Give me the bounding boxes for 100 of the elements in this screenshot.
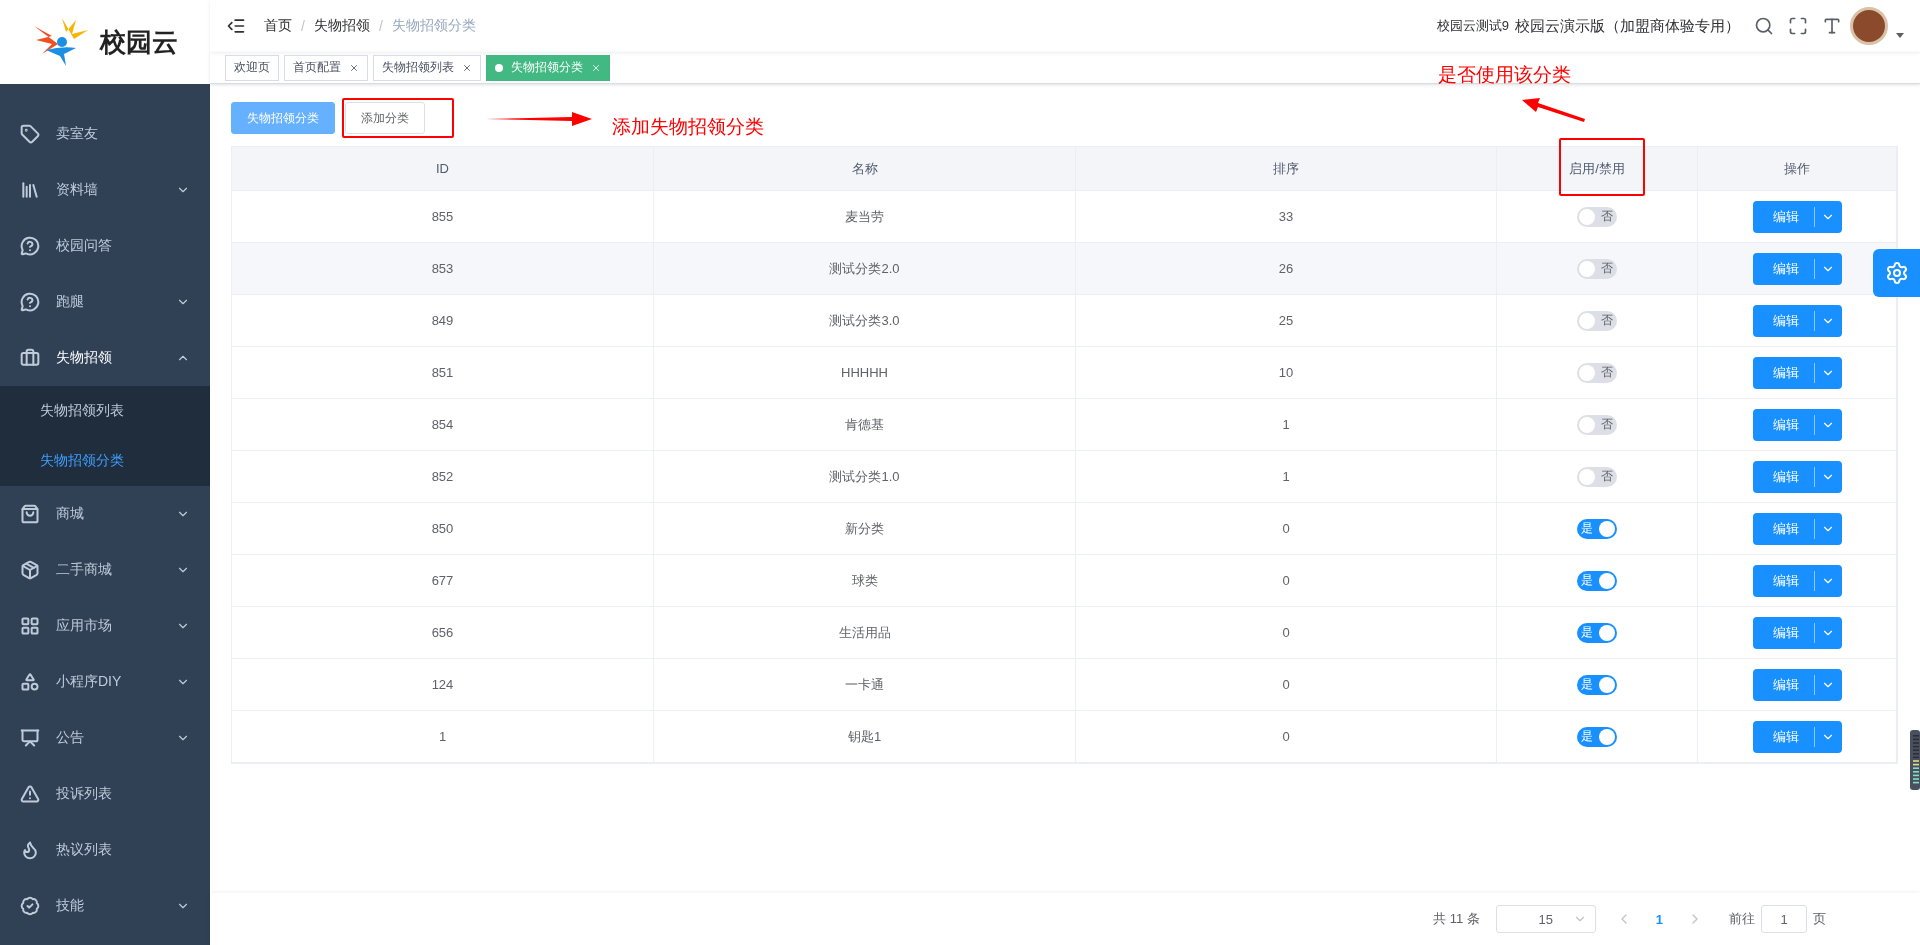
table-cell: 测试分类3.0	[654, 295, 1076, 347]
caret-icon[interactable]	[1896, 32, 1904, 38]
add-category-button[interactable]: 添加分类	[345, 102, 425, 134]
table-cell: 1	[1076, 399, 1497, 451]
toggle-switch[interactable]: 否	[1577, 206, 1617, 227]
account-name: 校园云测试9	[1436, 17, 1509, 35]
table-cell: 1	[1076, 451, 1497, 503]
grid-icon	[20, 616, 40, 636]
page-size-select[interactable]: 15	[1495, 905, 1596, 933]
logo-text: 校园云	[100, 25, 178, 59]
menu-icon[interactable]	[226, 16, 246, 36]
table-cell: HHHHH	[654, 347, 1076, 399]
table-cell: 10	[1076, 347, 1497, 399]
view-tab[interactable]: 首页配置	[284, 54, 368, 81]
toggle-switch[interactable]: 是	[1577, 622, 1617, 643]
font-size-icon[interactable]	[1822, 16, 1842, 36]
close-icon[interactable]	[349, 62, 359, 73]
question-bubble-icon	[20, 236, 40, 256]
close-icon[interactable]	[591, 62, 601, 73]
sidebar-subitem[interactable]: 失物招领列表	[0, 386, 210, 436]
breadcrumb-separator: /	[301, 18, 305, 34]
table-cell: 钥匙1	[654, 711, 1076, 763]
box-icon	[20, 560, 40, 580]
table-cell: 33	[1076, 191, 1497, 243]
table-cell: 0	[1076, 503, 1497, 555]
settings-button[interactable]	[1873, 249, 1920, 297]
page-number[interactable]: 1	[1655, 911, 1663, 927]
table-cell: 849	[232, 295, 654, 347]
column-header: 排序	[1076, 147, 1497, 191]
sidebar-item[interactable]: 二手商城	[0, 542, 210, 598]
toggle-switch[interactable]: 是	[1577, 570, 1617, 591]
table-cell: 测试分类1.0	[654, 451, 1076, 503]
organization-name: 校园云演示版（加盟商体验专用）	[1515, 16, 1740, 36]
table-cell: 852	[232, 451, 654, 503]
sidebar-subitem[interactable]: 失物招领分类	[0, 436, 210, 486]
table-cell: 855	[232, 191, 654, 243]
toolbox-icon	[20, 348, 40, 368]
table-cell: 124	[232, 659, 654, 711]
tag-icon	[20, 124, 40, 144]
avatar[interactable]	[1850, 7, 1888, 45]
table-cell: 677	[232, 555, 654, 607]
settings-icon	[1884, 261, 1909, 285]
table-cell: 26	[1076, 243, 1497, 295]
page-suffix: 页	[1813, 910, 1826, 928]
sidebar-item[interactable]: 技能	[0, 878, 210, 934]
column-header: 名称	[654, 147, 1076, 191]
sidebar-item[interactable]: 校园问答	[0, 218, 210, 274]
sidebar-item[interactable]: 公告	[0, 710, 210, 766]
toggle-switch[interactable]: 是	[1577, 518, 1617, 539]
table-cell: 新分类	[654, 503, 1076, 555]
sidebar-item[interactable]: 商城	[0, 486, 210, 542]
question-bubble-icon	[20, 292, 40, 312]
annotation-arrow	[1522, 98, 1586, 124]
shapes-icon	[20, 672, 40, 692]
sidebar-item[interactable]: 卖室友	[0, 106, 210, 162]
toggle-switch[interactable]: 否	[1577, 310, 1617, 331]
breadcrumb-separator: /	[378, 18, 383, 34]
sidebar-item[interactable]: 失物招领	[0, 330, 210, 386]
total-count: 共 11 条	[1433, 910, 1480, 928]
side-handle-icon[interactable]	[1910, 730, 1920, 790]
search-icon[interactable]	[1754, 16, 1774, 36]
view-tab[interactable]: 失物招领列表	[373, 54, 481, 81]
table-cell: 麦当劳	[654, 191, 1076, 243]
sidebar-item[interactable]: 资料墙	[0, 162, 210, 218]
active-dot	[495, 63, 503, 72]
table-cell: 854	[232, 399, 654, 451]
toggle-switch[interactable]: 否	[1577, 466, 1617, 487]
table-cell: 25	[1076, 295, 1497, 347]
sidebar-item[interactable]: 应用市场	[0, 598, 210, 654]
toggle-switch[interactable]: 否	[1577, 258, 1617, 279]
table-cell: 0	[1076, 711, 1497, 763]
view-tab[interactable]: 欢迎页	[225, 54, 279, 81]
goto-page-field[interactable]: 1	[1761, 905, 1807, 933]
fullscreen-icon[interactable]	[1788, 16, 1808, 36]
flame-icon	[20, 840, 40, 860]
annotation-text: 添加失物招领分类	[612, 115, 764, 139]
table-cell: 853	[232, 243, 654, 295]
table-cell: 一卡通	[654, 659, 1076, 711]
goto-label: 前往	[1729, 910, 1755, 928]
sidebar-item[interactable]: 跑腿	[0, 274, 210, 330]
toggle-switch[interactable]: 否	[1577, 362, 1617, 383]
annotation-text: 是否使用该分类	[1438, 63, 1571, 87]
column-header: ID	[232, 147, 654, 191]
close-icon[interactable]	[462, 62, 472, 73]
table-cell: 0	[1076, 555, 1497, 607]
column-header: 启用/禁用	[1497, 147, 1698, 191]
sidebar-item[interactable]: 小程序DIY	[0, 654, 210, 710]
toggle-switch[interactable]: 是	[1577, 674, 1617, 695]
table-cell: 0	[1076, 659, 1497, 711]
books-icon	[20, 180, 40, 200]
board-icon	[20, 728, 40, 748]
breadcrumb-item[interactable]: 首页	[264, 17, 292, 35]
breadcrumb-item[interactable]: 失物招领	[313, 17, 370, 35]
table-cell: 0	[1076, 607, 1497, 659]
toggle-switch[interactable]: 否	[1577, 414, 1617, 435]
table-cell: 1	[232, 711, 654, 763]
sidebar-item[interactable]: 投诉列表	[0, 766, 210, 822]
toggle-switch[interactable]: 是	[1577, 726, 1617, 747]
sidebar-item[interactable]: 热议列表	[0, 822, 210, 878]
table-cell: 656	[232, 607, 654, 659]
